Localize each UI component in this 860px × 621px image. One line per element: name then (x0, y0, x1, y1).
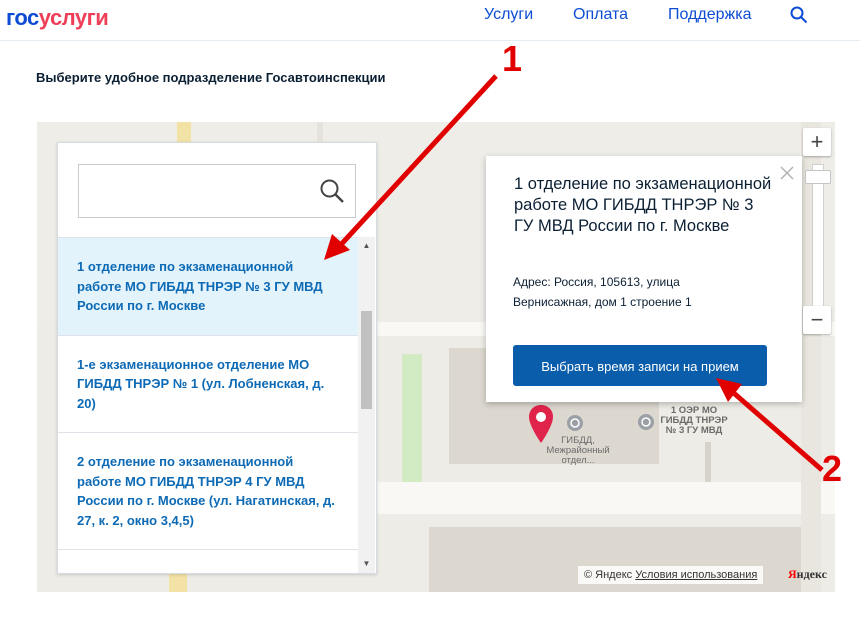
annotation-number-1: 1 (502, 38, 523, 79)
annotation-arrow-2-shaft (726, 386, 824, 472)
annotation-arrows (324, 74, 824, 472)
annotation-arrow-1-shaft (334, 74, 498, 252)
annotation-number-2: 2 (822, 448, 843, 489)
